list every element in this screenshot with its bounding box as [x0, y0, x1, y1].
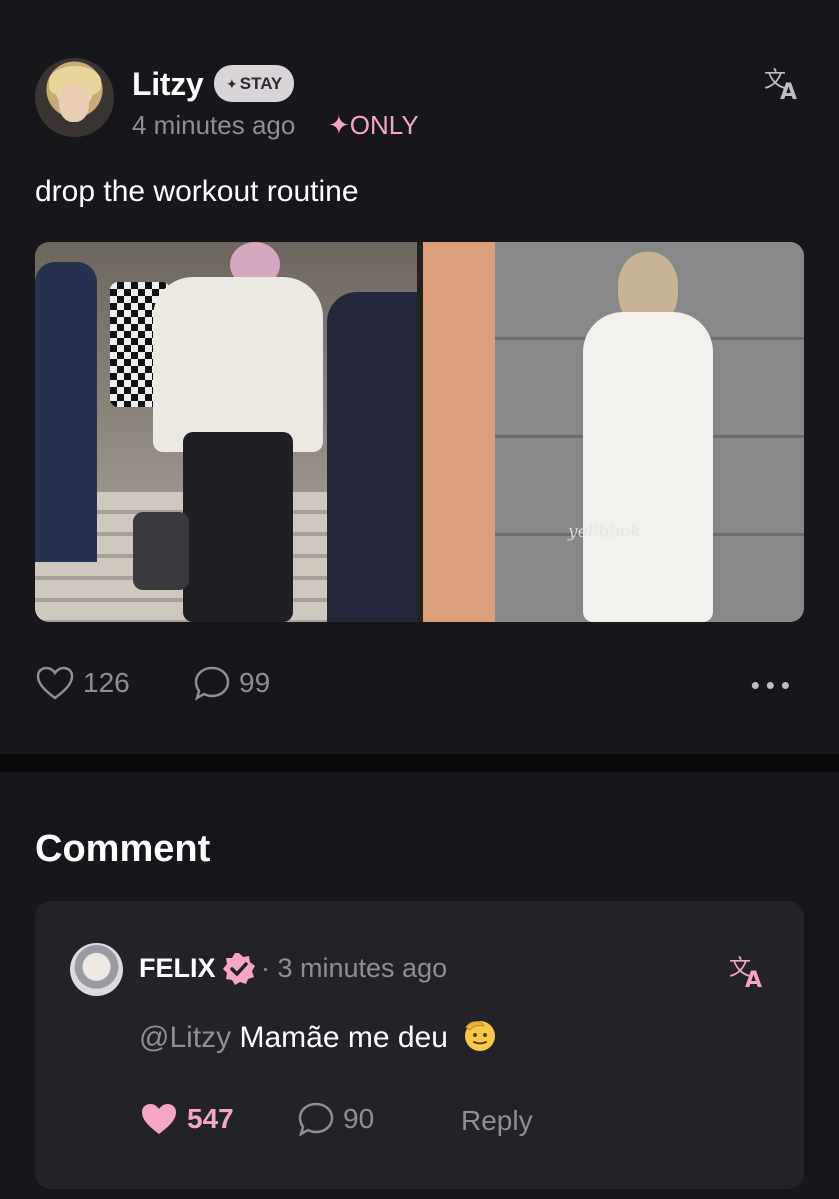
post-text: drop the workout routine: [35, 175, 359, 208]
comment-body: Mamãe me deu: [239, 1021, 448, 1054]
photo-right[interactable]: yellbbok: [423, 242, 804, 622]
svg-text:A: A: [780, 80, 797, 101]
like-button[interactable]: 126: [35, 665, 130, 701]
translate-icon[interactable]: 文 A: [762, 63, 802, 101]
sparkle-icon: ✦: [226, 76, 238, 92]
comment-bubble-icon: [298, 1102, 334, 1137]
section-divider: [0, 754, 839, 772]
comment-section: Comment FELIX · 3 minutes ago 文 A @Litzy…: [0, 772, 839, 1199]
post-media[interactable]: yellbbok: [35, 242, 804, 622]
comment-like-count: 547: [187, 1103, 234, 1134]
more-dots-icon[interactable]: •••: [751, 672, 796, 698]
visibility-label: ✦ONLY: [328, 110, 419, 140]
post-timestamp: 4 minutes ago: [132, 110, 296, 140]
saluting-face-emoji: [465, 1021, 496, 1051]
svg-text:A: A: [745, 968, 762, 989]
author-name[interactable]: Litzy: [132, 66, 204, 103]
comment-card: FELIX · 3 minutes ago 文 A @Litzy Mamãe m…: [35, 901, 804, 1189]
comment-reply-count-button[interactable]: 90: [297, 1101, 374, 1137]
comment-button[interactable]: 99: [193, 665, 270, 701]
heart-icon: [36, 666, 74, 700]
comment-heading: Comment: [35, 828, 211, 870]
post: Litzy ✦ STAY 4 minutes ago ✦ONLY 文 A drop…: [0, 0, 839, 754]
comment-reply-count: 90: [343, 1103, 375, 1134]
comment-actions: 547 90 Reply: [139, 1101, 739, 1141]
commenter-name[interactable]: FELIX: [139, 953, 216, 984]
photo-watermark: yellbbok: [568, 522, 641, 542]
like-count: 126: [83, 667, 130, 698]
comment-count: 99: [239, 667, 271, 698]
photo-left[interactable]: [35, 242, 417, 622]
post-actions: 126 99 •••: [35, 665, 804, 705]
mention-link[interactable]: @Litzy: [139, 1021, 231, 1054]
comment-bubble-icon: [194, 666, 230, 701]
stay-badge: ✦ STAY: [214, 65, 295, 102]
commenter-avatar[interactable]: [70, 943, 123, 996]
reply-button[interactable]: Reply: [461, 1105, 533, 1137]
comment-text: @Litzy Mamãe me deu: [139, 1017, 498, 1055]
verified-badge-icon: [223, 953, 255, 985]
author-avatar[interactable]: [35, 58, 114, 137]
badge-label: STAY: [239, 74, 283, 93]
comment-timestamp: · 3 minutes ago: [261, 953, 448, 983]
comment-like-button[interactable]: 547: [139, 1101, 234, 1137]
translate-icon[interactable]: 文 A: [727, 951, 767, 989]
heart-filled-icon: [142, 1104, 176, 1134]
